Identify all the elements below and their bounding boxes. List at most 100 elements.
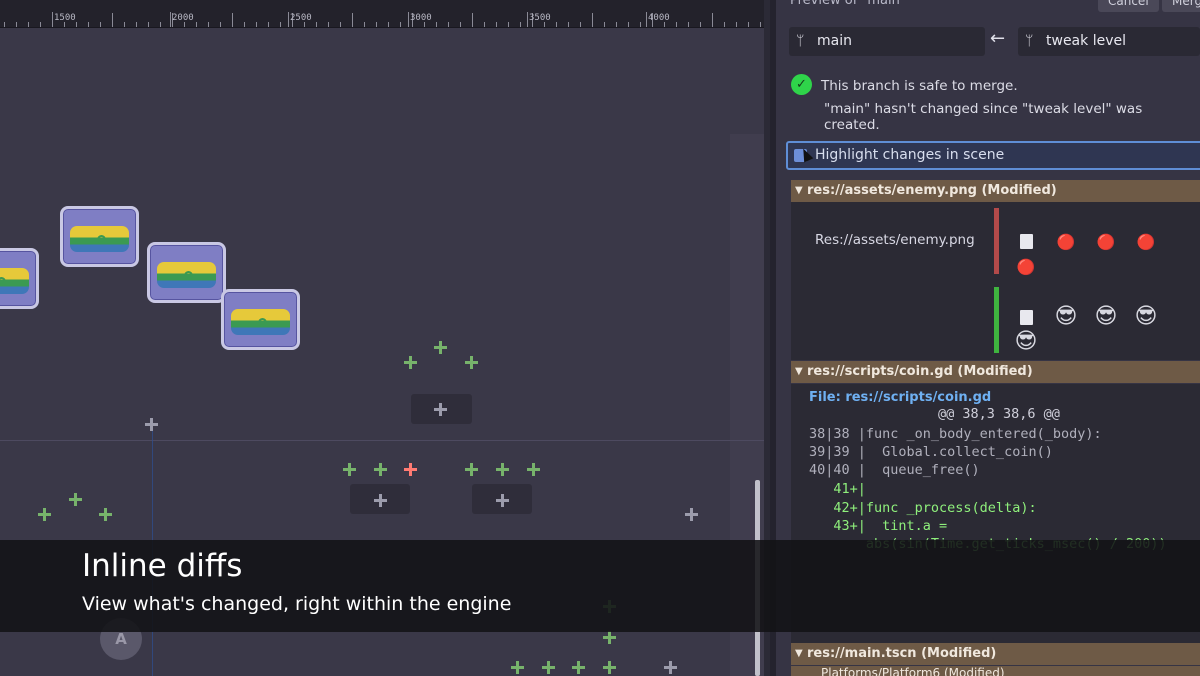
- ruler-tick: [136, 22, 137, 27]
- branch-icon: ᛘ: [1025, 33, 1034, 49]
- ruler-tick: [220, 22, 221, 27]
- source-branch-name: tweak level: [1046, 33, 1126, 49]
- node-marker-icon[interactable]: [572, 661, 585, 674]
- node-marker-icon[interactable]: [496, 463, 509, 476]
- diff-section-title: res://scripts/coin.gd (Modified): [807, 364, 1033, 379]
- file-icon: [1006, 232, 1046, 251]
- ruler-tick: [472, 13, 473, 27]
- diff-section-header[interactable]: ▼ res://scripts/coin.gd (Modified): [791, 361, 1200, 383]
- diff-subsection-header[interactable]: Platforms/Platform6 (Modified): [791, 666, 1200, 676]
- new-enemy-frame: 😎: [1054, 304, 1078, 329]
- ruler-tick: [340, 22, 341, 27]
- ruler-tick: [724, 22, 725, 27]
- node-marker-icon[interactable]: [69, 493, 82, 506]
- node-marker-icon[interactable]: [542, 661, 555, 674]
- ruler-tick: [760, 22, 761, 27]
- ruler-tick: [148, 22, 149, 27]
- ruler-tick: [112, 13, 113, 27]
- node-marker-icon[interactable]: [603, 631, 616, 644]
- ruler-tick: [436, 22, 437, 27]
- ruler-label: 4000: [648, 13, 670, 23]
- merge-status-text: This branch is safe to merge.: [821, 78, 1018, 94]
- new-enemy-frame: 😎: [1134, 304, 1158, 329]
- ruler-tick: [352, 13, 353, 27]
- ruler-tick: [100, 22, 101, 27]
- node-marker-icon[interactable]: [374, 494, 387, 507]
- ruler-label: 2000: [172, 13, 194, 23]
- ruler-tick: [748, 22, 749, 27]
- ruler-tick: [280, 22, 281, 27]
- node-marker-icon[interactable]: [664, 661, 677, 674]
- node-marker-icon[interactable]: [685, 508, 698, 521]
- chevron-down-icon: ▼: [795, 366, 803, 377]
- image-diff-body: Res://assets/enemy.png 🔴 🔴 🔴 🔴 😎 😎 😎 😎: [791, 202, 1200, 360]
- old-enemy-frame: 🔴: [1056, 233, 1076, 251]
- node-marker-icon[interactable]: [99, 508, 112, 521]
- ruler-tick: [160, 22, 161, 27]
- ruler-tick: [520, 22, 521, 27]
- ruler-tick: [124, 22, 125, 27]
- new-sprite-frames: 😎 😎 😎 😎: [1006, 304, 1200, 354]
- node-marker-icon[interactable]: [496, 494, 509, 507]
- node-marker-icon-selected[interactable]: [404, 463, 417, 476]
- node-marker-icon[interactable]: [465, 356, 478, 369]
- platform-sprite[interactable]: [60, 206, 139, 267]
- ruler-tick: [244, 22, 245, 27]
- node-marker-icon[interactable]: [511, 661, 524, 674]
- diff-section-header[interactable]: ▼ res://assets/enemy.png (Modified): [791, 180, 1200, 202]
- diff-context-line: 38|38 |func _on_body_entered(_body):: [809, 426, 1102, 442]
- node-marker-icon[interactable]: [465, 463, 478, 476]
- node-marker-icon[interactable]: [145, 418, 158, 431]
- diff-file-label: File: res://scripts/coin.gd: [809, 390, 992, 405]
- node-marker-icon[interactable]: [404, 356, 417, 369]
- ruler-tick: [460, 22, 461, 27]
- ruler-tick: [700, 22, 701, 27]
- ruler-label: 3500: [529, 13, 551, 23]
- node-marker-icon[interactable]: [434, 403, 447, 416]
- ruler-tick: [328, 22, 329, 27]
- merge-status-detail: "main" hasn't changed since "tweak level…: [824, 101, 1143, 133]
- diff-section-header[interactable]: ▼ res://main.tscn (Modified): [791, 643, 1200, 665]
- merge-button[interactable]: Merge: [1162, 0, 1200, 12]
- panel-header: Preview of "main" Cancel Merge: [776, 0, 1200, 14]
- ruler-tick: [688, 22, 689, 27]
- ruler-label: 2500: [290, 13, 312, 23]
- ruler-major-tick: [170, 12, 171, 27]
- source-branch-field[interactable]: ᛘ tweak level: [1018, 27, 1200, 56]
- arrow-left-icon: ←: [990, 28, 1006, 49]
- ruler-major-tick: [408, 12, 409, 27]
- node-marker-icon[interactable]: [527, 463, 540, 476]
- ruler-tick: [736, 22, 737, 27]
- ruler-tick: [448, 22, 449, 27]
- panel-title: Preview of "main": [790, 0, 906, 8]
- ruler-tick: [208, 22, 209, 27]
- ruler-tick: [316, 22, 317, 27]
- diff-added-line: 43+| tint.a =: [809, 518, 948, 534]
- ruler-tick: [28, 22, 29, 27]
- node-marker-icon[interactable]: [603, 661, 616, 674]
- chevron-down-icon: ▼: [795, 185, 803, 196]
- node-marker-icon[interactable]: [374, 463, 387, 476]
- platform-sprite[interactable]: [147, 242, 226, 303]
- caption-subtitle: View what's changed, right within the en…: [82, 593, 512, 615]
- cancel-button[interactable]: Cancel: [1098, 0, 1159, 12]
- target-branch-field[interactable]: ᛘ main: [789, 27, 985, 56]
- ruler-major-tick: [527, 12, 528, 27]
- ruler-tick: [616, 22, 617, 27]
- guide-line-horizontal: [0, 440, 764, 441]
- node-marker-icon[interactable]: [38, 508, 51, 521]
- platform-sprite[interactable]: [0, 248, 39, 309]
- ruler-tick: [196, 22, 197, 27]
- highlight-changes-checkbox[interactable]: Highlight changes in scene: [786, 141, 1200, 170]
- node-marker-icon[interactable]: [434, 341, 447, 354]
- diff-context-line: 39|39 | Global.collect_coin(): [809, 444, 1053, 460]
- platform-sprite[interactable]: [221, 289, 300, 350]
- diff-hunk-header: @@ 38,3 38,6 @@: [938, 406, 1060, 422]
- ruler-label: 1500: [54, 13, 76, 23]
- diff-added-line: 42+|func _process(delta):: [809, 500, 1037, 516]
- node-marker-icon[interactable]: [343, 463, 356, 476]
- highlight-changes-label: Highlight changes in scene: [815, 147, 1005, 163]
- diff-added-line: 41+|: [809, 481, 866, 497]
- ruler-tick: [376, 22, 377, 27]
- ruler-tick: [400, 22, 401, 27]
